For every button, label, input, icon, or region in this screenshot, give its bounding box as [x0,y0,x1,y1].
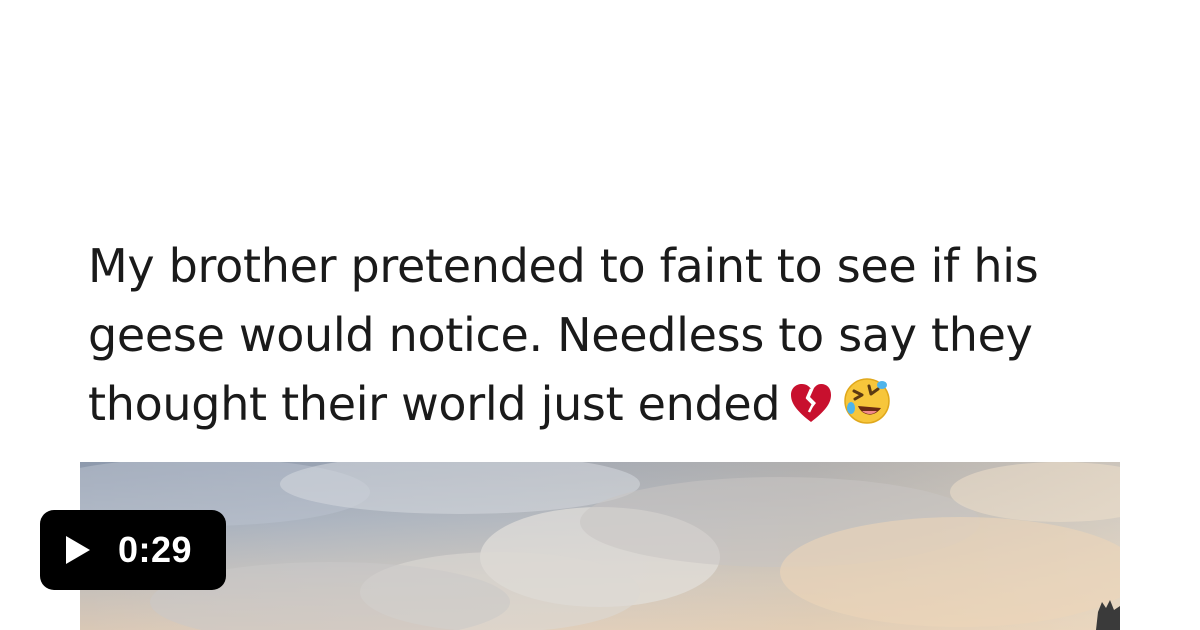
play-duration-button[interactable]: 0:29 [40,510,226,590]
sky-clouds-image [80,462,1120,630]
post-caption: My brother pretended to faint to see if … [88,232,1148,445]
caption-line-2: geese would notice. Needless to say they [88,308,1033,362]
caption-line-3-text: thought their world just ended [88,377,781,431]
video-duration: 0:29 [118,529,193,570]
broken-heart-icon [788,376,834,445]
rolling-on-floor-laughing-icon [842,376,892,445]
caption-line-1: My brother pretended to faint to see if … [88,239,1039,293]
play-icon [66,536,90,564]
page-canvas: My brother pretended to faint to see if … [0,0,1200,630]
video-thumbnail[interactable] [80,462,1120,630]
caption-line-3: thought their world just ended [88,370,1148,445]
